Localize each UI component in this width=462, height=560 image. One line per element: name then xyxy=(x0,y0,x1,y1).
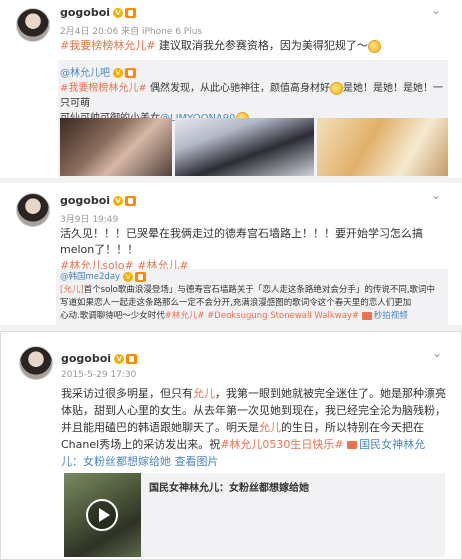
video-title: 国民女神林允儿：女粉丝都想嫁给她 xyxy=(149,483,309,494)
emoji-icon xyxy=(329,81,343,95)
username[interactable]: gogoboi V xyxy=(60,194,137,207)
post-meta: 2015-5-29 17:30 xyxy=(61,370,137,380)
hashtag-link[interactable]: #我要榜榜林允儿# xyxy=(60,39,155,52)
post-text: 活久见！！！已哭晕在我俩走过的德寿宫石墙路上！！！要开始学习怎么搞melon了！… xyxy=(60,227,423,272)
hashtag-link[interactable]: #林允儿# xyxy=(165,311,205,321)
vip-level-icon xyxy=(125,196,137,206)
video-card[interactable]: 国民女神林允儿：女粉丝都想嫁给她 xyxy=(141,473,445,557)
avatar[interactable] xyxy=(16,193,50,227)
post-text: #我要榜榜林允儿# 建议取消我允参赛资格，因为美得犯规了～ xyxy=(60,38,381,54)
play-icon[interactable] xyxy=(86,499,118,531)
username[interactable]: gogoboi V xyxy=(61,352,138,365)
verified-badge-icon: V xyxy=(123,271,134,282)
post-meta: 2月4日 20:06 来自 iPhone 6 Plus xyxy=(60,27,203,37)
repost-card[interactable]: @林允儿吧 V #我要榜榜林允儿# 偶然发现，从此心驰神往，颜值高身材好 是她！是她… xyxy=(58,60,448,178)
repost-text: @林允儿吧 V #我要榜榜林允儿# 偶然发现，从此心驰神往，颜值高身材好 是她！是她… xyxy=(60,66,446,126)
video-link[interactable]: 国民女神林允 xyxy=(359,438,425,451)
hashtag-link[interactable]: #Deoksugung Stonewall Walkway# xyxy=(207,311,359,321)
repost-text: @韩国me2day V [允儿]首个solo歌曲浪漫登场」与德寿宫石墙路关于「恋人… xyxy=(60,271,436,321)
video-icon xyxy=(347,441,358,449)
verified-badge-icon: V xyxy=(113,8,124,18)
repost-user-link[interactable]: @韩国me2day xyxy=(60,272,120,282)
weibo-post-1: gogoboi V ⌄ 2月4日 20:06 来自 iPhone 6 Plus #… xyxy=(0,0,462,178)
emoji-icon xyxy=(367,39,381,53)
avatar[interactable] xyxy=(16,8,50,42)
vip-level-icon xyxy=(125,68,136,78)
chevron-down-icon[interactable]: ⌄ xyxy=(431,3,441,17)
view-image-link[interactable]: 查看图片 xyxy=(175,455,219,468)
hashtag-link[interactable]: #我要榜榜林允儿# xyxy=(60,83,147,94)
video-link[interactable]: 秒拍视频 xyxy=(374,311,408,321)
hashtag-link[interactable]: #林允儿0530生日快乐# xyxy=(220,438,343,451)
video-thumbnail[interactable] xyxy=(64,473,141,557)
vip-level-icon xyxy=(125,8,137,18)
weibo-post-3: gogoboi V ⌄ 2015-5-29 17:30 我采访过很多明星，但只有允… xyxy=(0,331,462,560)
photo-thumbnail[interactable] xyxy=(175,118,314,176)
video-link[interactable]: 儿：女粉丝都想嫁给她 xyxy=(61,455,171,468)
photo-thumbnail[interactable] xyxy=(317,118,448,176)
vip-level-icon xyxy=(135,271,147,282)
avatar[interactable] xyxy=(19,346,53,380)
username[interactable]: gogoboi V xyxy=(60,6,137,19)
repost-card[interactable]: @韩国me2day V [允儿]首个solo歌曲浪漫登场」与德寿宫石墙路关于「恋人… xyxy=(56,269,448,327)
video-icon xyxy=(361,311,372,320)
weibo-post-2: gogoboi V ⌄ 3月9日 19:49 活久见！！！已哭晕在我俩走过的德寿宫… xyxy=(0,183,462,327)
verified-badge-icon: V xyxy=(114,354,125,364)
verified-badge-icon: V xyxy=(113,68,123,78)
photo-thumbnail[interactable] xyxy=(60,118,172,176)
verified-badge-icon: V xyxy=(113,196,124,206)
vip-level-icon xyxy=(126,354,138,364)
post-meta: 3月9日 19:49 xyxy=(60,215,119,225)
chevron-down-icon[interactable]: ⌄ xyxy=(432,346,442,360)
post-text: 我采访过很多明星，但只有允儿，我第一眼到她就被完全迷住了。她是那种漂亮 体贴，甜… xyxy=(61,387,446,468)
chevron-down-icon[interactable]: ⌄ xyxy=(431,188,441,202)
repost-user-link[interactable]: @林允儿吧 xyxy=(60,68,110,79)
